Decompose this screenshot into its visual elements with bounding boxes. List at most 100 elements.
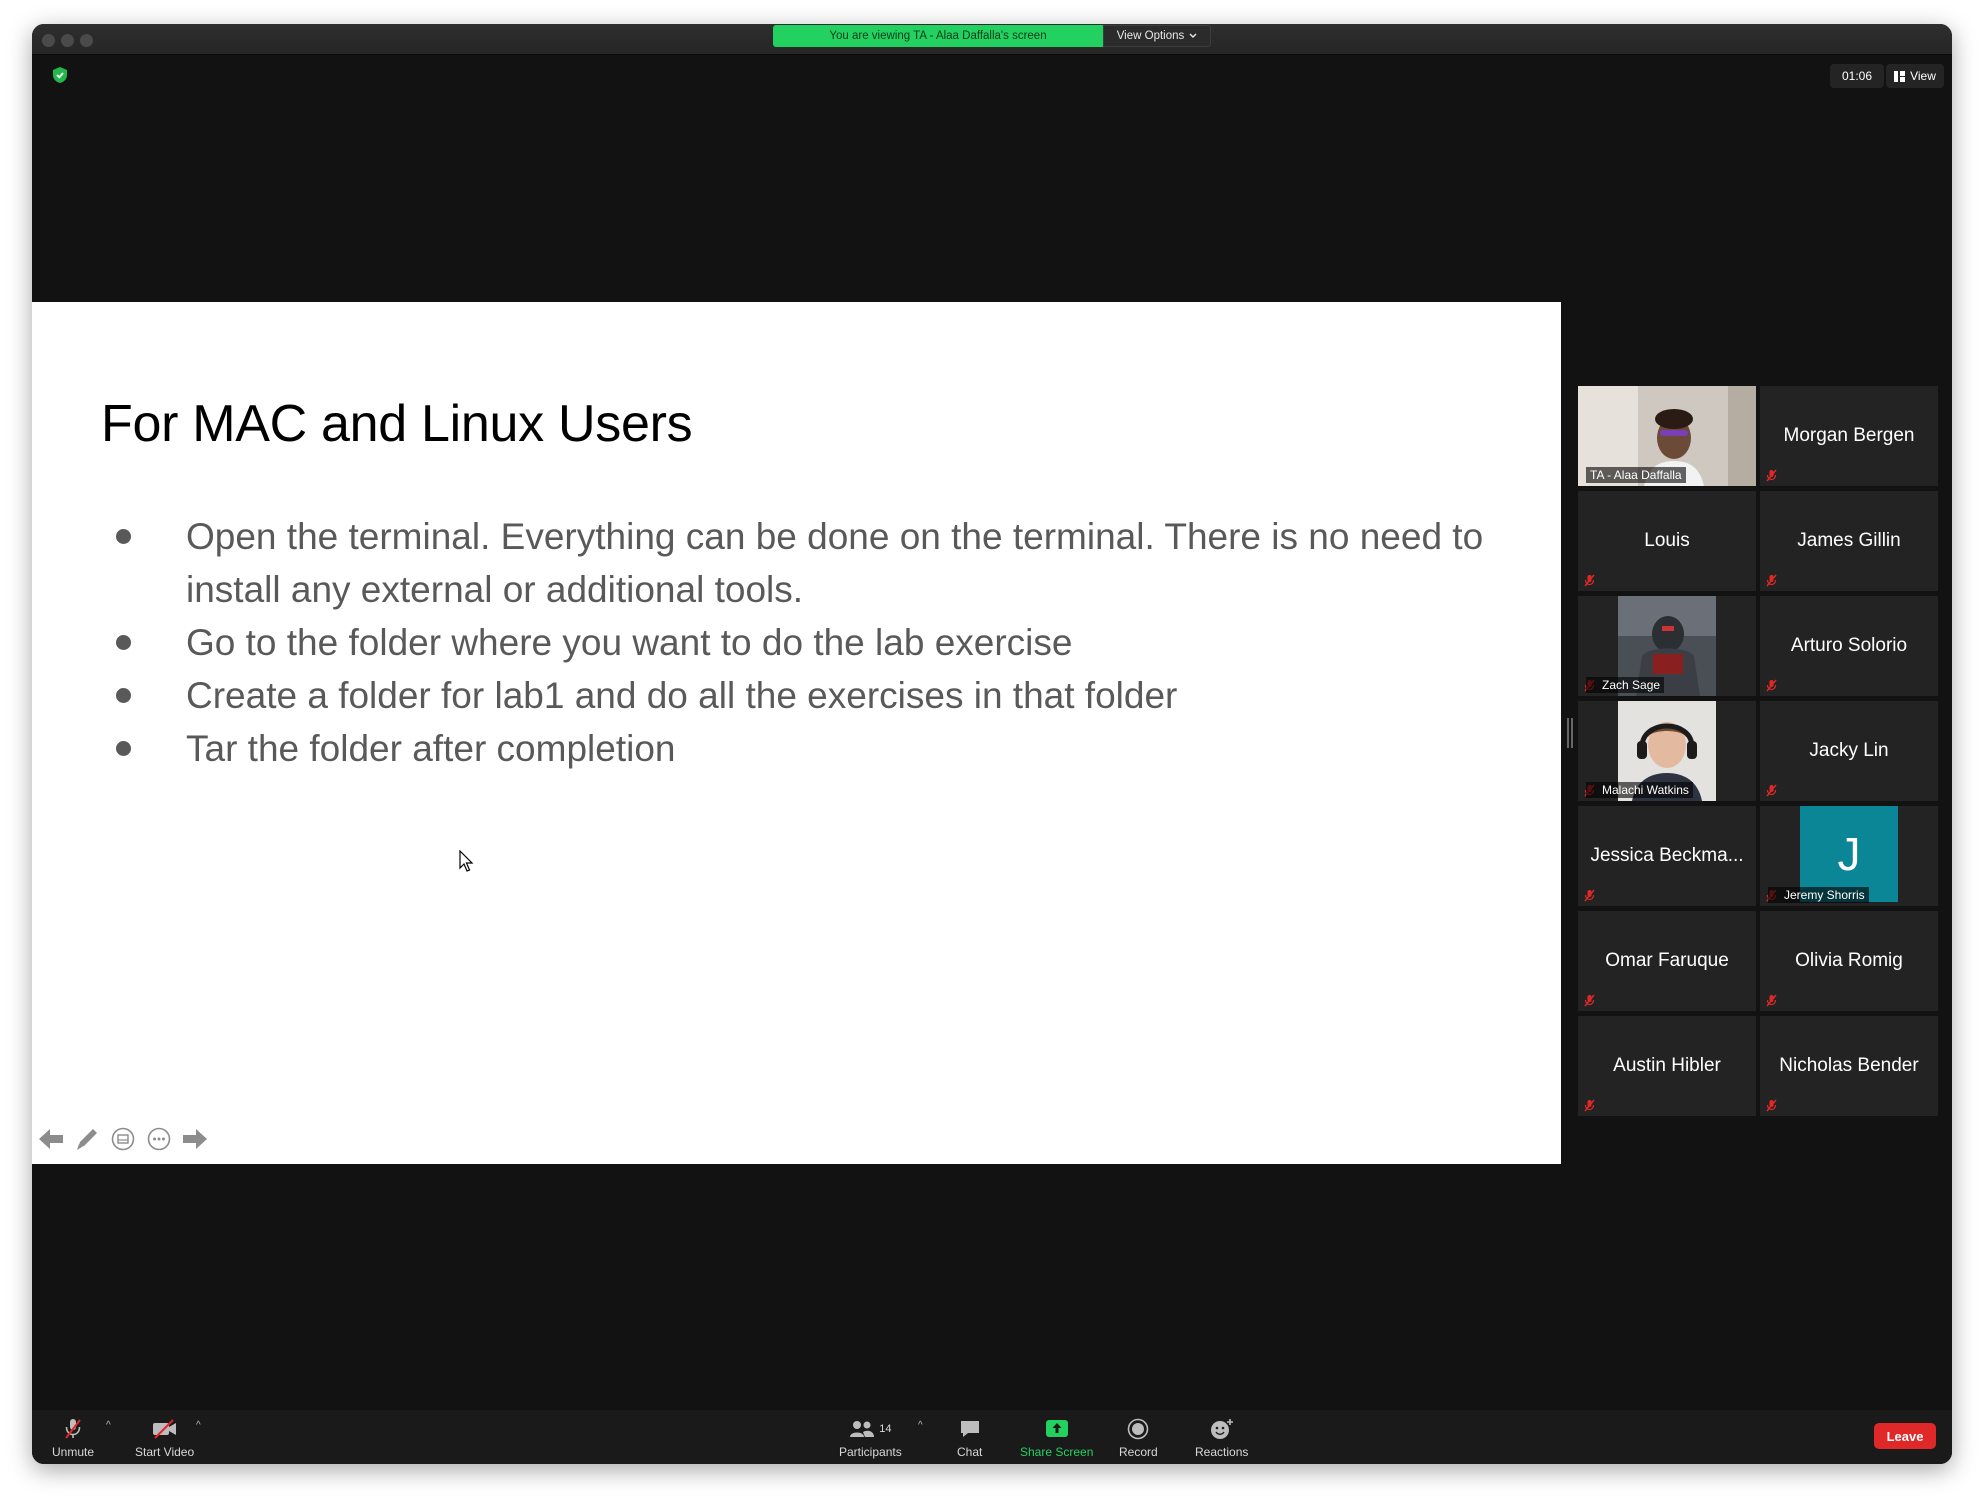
muted-mic-icon xyxy=(1584,574,1595,587)
pen-tool-icon[interactable] xyxy=(72,1124,101,1153)
muted-mic-icon xyxy=(1584,994,1595,1007)
video-off-icon xyxy=(152,1419,176,1439)
participant-tile[interactable]: Austin Hibler xyxy=(1578,1016,1756,1116)
muted-mic-icon xyxy=(1766,679,1777,692)
participant-name: Jessica Beckma... xyxy=(1590,845,1744,866)
share-screen-icon xyxy=(1045,1420,1068,1437)
record-icon xyxy=(1128,1418,1149,1440)
participant-tile[interactable]: Arturo Solorio xyxy=(1760,596,1938,696)
muted-mic-icon xyxy=(65,1419,81,1439)
start-video-button[interactable]: Start Video xyxy=(135,1418,194,1459)
unmute-label: Unmute xyxy=(52,1445,95,1459)
chat-button[interactable]: Chat xyxy=(957,1418,982,1459)
participants-label: Participants xyxy=(839,1445,902,1459)
chat-bubble-icon xyxy=(960,1421,979,1437)
participant-name: Jacky Lin xyxy=(1809,740,1889,761)
view-label: View xyxy=(1910,69,1936,83)
participant-name: Nicholas Bender xyxy=(1779,1055,1919,1076)
view-options-button[interactable]: View Options xyxy=(1103,25,1211,47)
participant-tile[interactable]: TA - Alaa Daffalla xyxy=(1578,386,1756,486)
muted-mic-icon xyxy=(1584,889,1595,902)
bullet-dot xyxy=(116,688,131,703)
zoom-window-button[interactable] xyxy=(80,34,93,47)
more-options-icon[interactable] xyxy=(144,1124,173,1153)
next-slide-arrow-icon[interactable] xyxy=(180,1124,209,1153)
reactions-button[interactable]: Reactions xyxy=(1195,1418,1248,1459)
participant-name-label: Zach Sage xyxy=(1586,677,1665,693)
view-button[interactable]: View xyxy=(1886,64,1944,88)
participant-tile[interactable]: Omar Faruque xyxy=(1578,911,1756,1011)
participant-tile[interactable]: Jessica Beckma... xyxy=(1578,806,1756,906)
participant-tile[interactable]: Morgan Bergen xyxy=(1760,386,1938,486)
panel-resize-handle[interactable] xyxy=(1567,718,1573,748)
participant-name: Omar Faruque xyxy=(1605,950,1729,971)
unmute-button[interactable]: Unmute xyxy=(52,1418,94,1459)
slide-bullet: Open the terminal. Everything can be don… xyxy=(116,510,1516,616)
participant-name-label: Jeremy Shorris xyxy=(1768,887,1869,903)
participant-tile[interactable]: James Gillin xyxy=(1760,491,1938,591)
slide-controls xyxy=(36,1124,209,1153)
participant-name: Arturo Solorio xyxy=(1790,635,1908,656)
start-video-label: Start Video xyxy=(135,1445,195,1459)
participant-tile[interactable]: Malachi Watkins xyxy=(1578,701,1756,801)
encryption-shield-icon[interactable] xyxy=(52,66,68,84)
participant-name-label: Malachi Watkins xyxy=(1586,782,1693,798)
shared-screen-slide[interactable]: For MAC and Linux Users Open the termina… xyxy=(32,302,1561,1164)
meeting-timer: 01:06 xyxy=(1830,64,1884,88)
participants-icon xyxy=(850,1421,875,1437)
participant-name-label: TA - Alaa Daffalla xyxy=(1586,467,1686,483)
participant-tile[interactable]: Nicholas Bender xyxy=(1760,1016,1938,1116)
bullet-dot xyxy=(116,529,131,544)
participant-tile[interactable]: Zach Sage xyxy=(1578,596,1756,696)
slide-title: For MAC and Linux Users xyxy=(101,395,693,453)
muted-mic-icon xyxy=(1766,994,1777,1007)
participant-tile[interactable]: Olivia Romig xyxy=(1760,911,1938,1011)
record-label: Record xyxy=(1119,1445,1158,1459)
bullet-text: Open the terminal. Everything can be don… xyxy=(186,516,1484,610)
participant-tile[interactable]: Jacky Lin xyxy=(1760,701,1938,801)
chevron-down-icon xyxy=(1189,33,1197,38)
share-screen-label: Share Screen xyxy=(1020,1445,1094,1459)
close-window-button[interactable] xyxy=(42,34,55,47)
bullet-text: Create a folder for lab1 and do all the … xyxy=(186,675,1178,716)
slide-bullet-list: Open the terminal. Everything can be don… xyxy=(116,510,1516,775)
grid-view-icon xyxy=(1894,70,1906,82)
previous-slide-arrow-icon[interactable] xyxy=(36,1124,65,1153)
muted-mic-icon xyxy=(1766,784,1777,797)
participant-tile[interactable]: Louis xyxy=(1578,491,1756,591)
participants-button[interactable]: 14 Participants xyxy=(839,1418,902,1459)
slide-bullet: Tar the folder after completion xyxy=(116,722,1516,775)
muted-mic-icon xyxy=(1766,469,1777,482)
reactions-label: Reactions xyxy=(1195,1445,1249,1459)
participant-name: Austin Hibler xyxy=(1613,1055,1721,1076)
leave-button[interactable]: Leave xyxy=(1874,1423,1936,1449)
participant-name: Morgan Bergen xyxy=(1783,425,1915,446)
view-options-label: View Options xyxy=(1116,30,1185,42)
record-button[interactable]: Record xyxy=(1119,1418,1158,1459)
audio-options-caret-icon[interactable]: ^ xyxy=(106,1420,111,1431)
muted-mic-icon xyxy=(1766,574,1777,587)
muted-mic-icon xyxy=(1766,1099,1777,1112)
participant-name: Louis xyxy=(1644,530,1690,551)
participant-tile[interactable]: J Jeremy Shorris xyxy=(1760,806,1938,906)
zoom-window: You are viewing TA - Alaa Daffalla's scr… xyxy=(32,24,1952,1464)
chat-label: Chat xyxy=(957,1445,983,1459)
minimize-window-button[interactable] xyxy=(61,34,74,47)
participant-gallery: TA - Alaa Daffalla Morgan Bergen Louis J… xyxy=(1578,386,1938,1116)
slide-overview-icon[interactable] xyxy=(108,1124,137,1153)
screen-share-banner: You are viewing TA - Alaa Daffalla's scr… xyxy=(773,25,1103,47)
participants-count: 14 xyxy=(879,1423,892,1435)
reactions-smiley-icon xyxy=(1210,1419,1233,1439)
title-bar: You are viewing TA - Alaa Daffalla's scr… xyxy=(32,24,1952,55)
mouse-cursor-icon xyxy=(459,850,474,872)
muted-mic-icon xyxy=(1584,1099,1595,1112)
bullet-text: Go to the folder where you want to do th… xyxy=(186,622,1073,663)
video-options-caret-icon[interactable]: ^ xyxy=(196,1420,201,1431)
share-screen-button[interactable]: Share Screen xyxy=(1020,1418,1093,1459)
meeting-toolbar: Unmute ^ Start Video ^ 14 Participants ^… xyxy=(32,1410,1952,1464)
bullet-dot xyxy=(116,635,131,650)
participant-name: Olivia Romig xyxy=(1795,950,1903,971)
slide-bullet: Create a folder for lab1 and do all the … xyxy=(116,669,1516,722)
bullet-text: Tar the folder after completion xyxy=(186,728,676,769)
participants-options-caret-icon[interactable]: ^ xyxy=(918,1420,923,1431)
